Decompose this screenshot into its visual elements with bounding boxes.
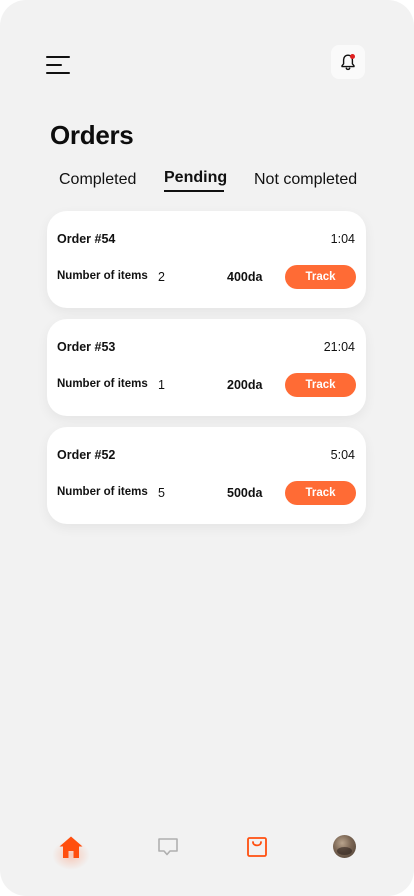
track-button[interactable]: Track <box>285 373 356 397</box>
order-price: 500da <box>227 486 263 500</box>
menu-button[interactable] <box>46 54 72 76</box>
items-label: Number of items <box>57 486 148 498</box>
order-time: 21:04 <box>323 340 355 354</box>
active-tab-indicator <box>164 190 224 192</box>
chat-icon <box>158 838 178 856</box>
shopping-bag-icon <box>247 837 267 857</box>
hamburger-menu-icon-line <box>46 64 62 66</box>
profile-avatar[interactable] <box>333 835 356 858</box>
order-time: 1:04 <box>330 232 355 246</box>
order-card[interactable]: Order #53 21:04 Number of items 1 200da … <box>47 319 366 416</box>
page-title: Orders <box>50 120 134 150</box>
track-button[interactable]: Track <box>285 481 356 505</box>
order-id: Order #53 <box>57 340 116 354</box>
order-card[interactable]: Order #52 5:04 Number of items 5 500da T… <box>47 427 366 524</box>
nav-messages[interactable] <box>155 834 181 860</box>
order-card[interactable]: Order #54 1:04 Number of items 2 400da T… <box>47 211 366 308</box>
tab-not-completed[interactable]: Not completed <box>254 171 357 189</box>
track-button[interactable]: Track <box>285 265 356 289</box>
items-count: 5 <box>158 486 165 500</box>
items-count: 1 <box>158 378 165 392</box>
order-time: 5:04 <box>330 448 355 462</box>
items-label: Number of items <box>57 378 148 390</box>
tab-pending[interactable]: Pending <box>164 169 227 187</box>
app-screen: Orders Completed Pending Not completed O… <box>0 0 414 896</box>
order-price: 400da <box>227 270 263 284</box>
hamburger-menu-icon-line <box>46 72 70 74</box>
nav-orders[interactable] <box>244 834 270 860</box>
home-icon <box>59 836 83 858</box>
order-price: 200da <box>227 378 263 392</box>
notification-dot <box>350 54 355 59</box>
items-label: Number of items <box>57 270 148 282</box>
notifications-button[interactable] <box>331 45 365 79</box>
order-id: Order #52 <box>57 448 116 462</box>
nav-home[interactable] <box>58 834 84 860</box>
items-count: 2 <box>158 270 165 284</box>
hamburger-menu-icon <box>46 56 70 58</box>
order-id: Order #54 <box>57 232 116 246</box>
tab-completed[interactable]: Completed <box>59 171 136 189</box>
